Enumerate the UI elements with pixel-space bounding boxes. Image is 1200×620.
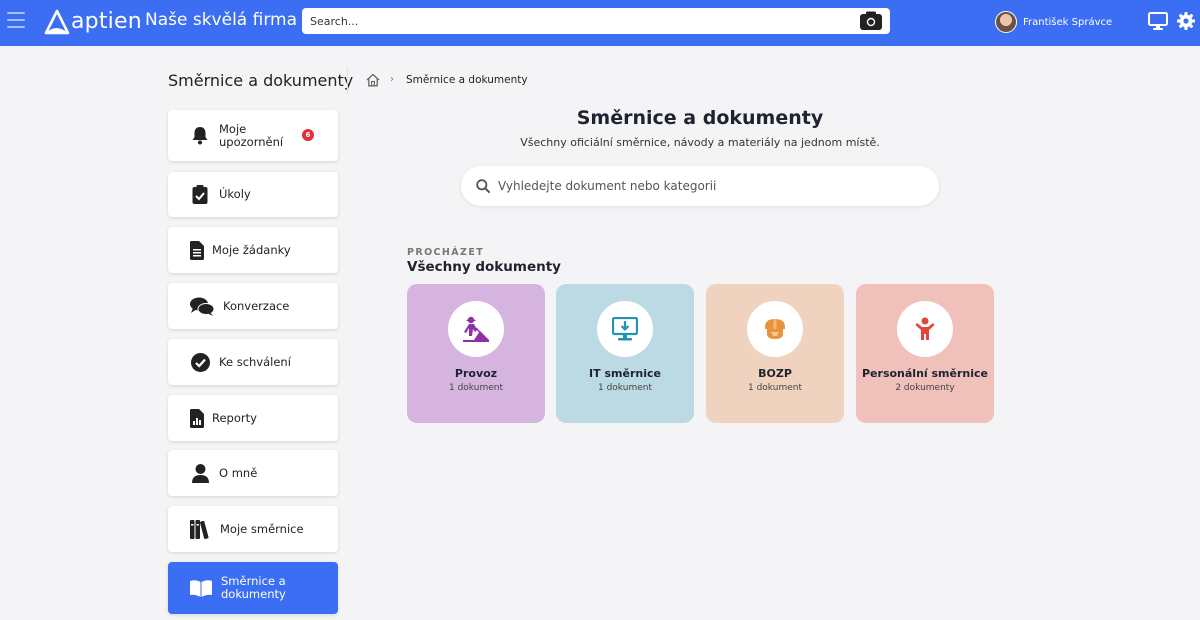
category-card-provoz[interactable]: Provoz 1 dokument	[407, 284, 545, 423]
browse-section-title: Všechny dokumenty	[407, 259, 561, 275]
category-icon-circle	[448, 301, 504, 357]
category-name: BOZP	[758, 367, 792, 380]
document-search	[461, 166, 939, 206]
category-card-it[interactable]: IT směrnice 1 dokument	[556, 284, 694, 423]
sidebar-item-label: Konverzace	[223, 298, 290, 313]
hard-hat-icon	[765, 319, 785, 339]
sidebar-item-conversations[interactable]: Konverzace	[168, 283, 338, 329]
category-icon-circle	[897, 301, 953, 357]
top-bar: aptien Naše skvělá firma František Správ…	[0, 0, 1200, 46]
report-icon	[190, 408, 204, 428]
sidebar-item-label: Moje směrnice	[220, 521, 304, 536]
sidebar-item-label: Úkoly	[219, 187, 251, 201]
document-search-input[interactable]	[498, 179, 918, 193]
sidebar-title: Směrnice a dokumenty	[168, 71, 354, 90]
hamburger-menu-icon[interactable]	[7, 12, 25, 28]
logo-text: aptien	[71, 9, 142, 34]
category-name: IT směrnice	[589, 367, 661, 380]
sidebar-item-label: Moje žádanky	[212, 242, 291, 257]
sidebar-item-notifications[interactable]: Moje upozornění 6	[168, 110, 338, 161]
global-search	[302, 8, 890, 34]
category-icon-circle	[747, 301, 803, 357]
sidebar-item-policies-documents[interactable]: Směrnice a dokumenty	[168, 562, 338, 614]
check-circle-icon	[190, 352, 210, 372]
category-name: Provoz	[454, 367, 498, 380]
browse-eyebrow: PROCHÁZET	[407, 247, 485, 258]
chat-bubbles-icon	[190, 296, 214, 316]
camera-icon[interactable]	[860, 11, 882, 30]
logo-mark-icon	[44, 9, 70, 35]
sidebar-item-reports[interactable]: Reporty	[168, 395, 338, 441]
page-subtitle: Všechny oficiální směrnice, návody a mat…	[520, 136, 880, 149]
sidebar-item-label: O mně	[219, 465, 258, 480]
books-icon	[190, 519, 211, 539]
breadcrumb-current: Směrnice a dokumenty	[406, 74, 528, 86]
category-icon-circle	[597, 301, 653, 357]
category-count: 1 dokument	[748, 383, 802, 393]
category-count: 2 dokumenty	[895, 383, 955, 393]
sidebar-item-tasks[interactable]: Úkoly	[168, 172, 338, 217]
gear-icon[interactable]	[1177, 12, 1195, 30]
category-count: 1 dokument	[598, 383, 652, 393]
sidebar-item-label: Reporty	[212, 410, 257, 425]
home-icon[interactable]	[366, 73, 380, 87]
bell-icon	[190, 126, 210, 146]
avatar	[995, 11, 1017, 33]
user-menu[interactable]: František Správce	[995, 11, 1112, 33]
clipboard-check-icon	[190, 185, 210, 205]
road-worker-icon	[463, 316, 489, 342]
document-icon	[190, 240, 204, 260]
sidebar-item-my-policies[interactable]: Moje směrnice	[168, 506, 338, 552]
sidebar-item-requests[interactable]: Moje žádanky	[168, 227, 338, 273]
person-icon	[915, 317, 935, 340]
user-name: František Správce	[1023, 16, 1113, 28]
sidebar-item-approvals[interactable]: Ke schválení	[168, 339, 338, 385]
open-book-icon	[190, 578, 212, 598]
search-icon	[476, 179, 490, 193]
notification-count-badge: 6	[302, 129, 314, 141]
company-name: Naše skvělá firma	[145, 10, 297, 30]
category-card-hr[interactable]: Personální směrnice 2 dokumenty	[856, 284, 994, 423]
sidebar-item-label: Směrnice a dokumenty	[221, 574, 286, 601]
page-title: Směrnice a dokumenty	[576, 107, 824, 129]
sidebar-item-about-me[interactable]: O mně	[168, 450, 338, 496]
monitor-icon[interactable]	[1148, 12, 1168, 30]
category-count: 1 dokument	[449, 383, 503, 393]
header-divider	[347, 68, 348, 94]
sidebar-item-label: Moje upozornění	[219, 121, 284, 149]
breadcrumb-separator: ›	[390, 74, 394, 85]
category-name: Personální směrnice	[862, 367, 988, 380]
category-card-bozp[interactable]: BOZP 1 dokument	[706, 284, 844, 423]
app-logo[interactable]: aptien	[44, 6, 142, 38]
sidebar-item-label: Ke schválení	[219, 354, 291, 369]
monitor-download-icon	[612, 317, 638, 341]
user-icon	[190, 463, 210, 483]
global-search-input[interactable]	[310, 14, 850, 28]
